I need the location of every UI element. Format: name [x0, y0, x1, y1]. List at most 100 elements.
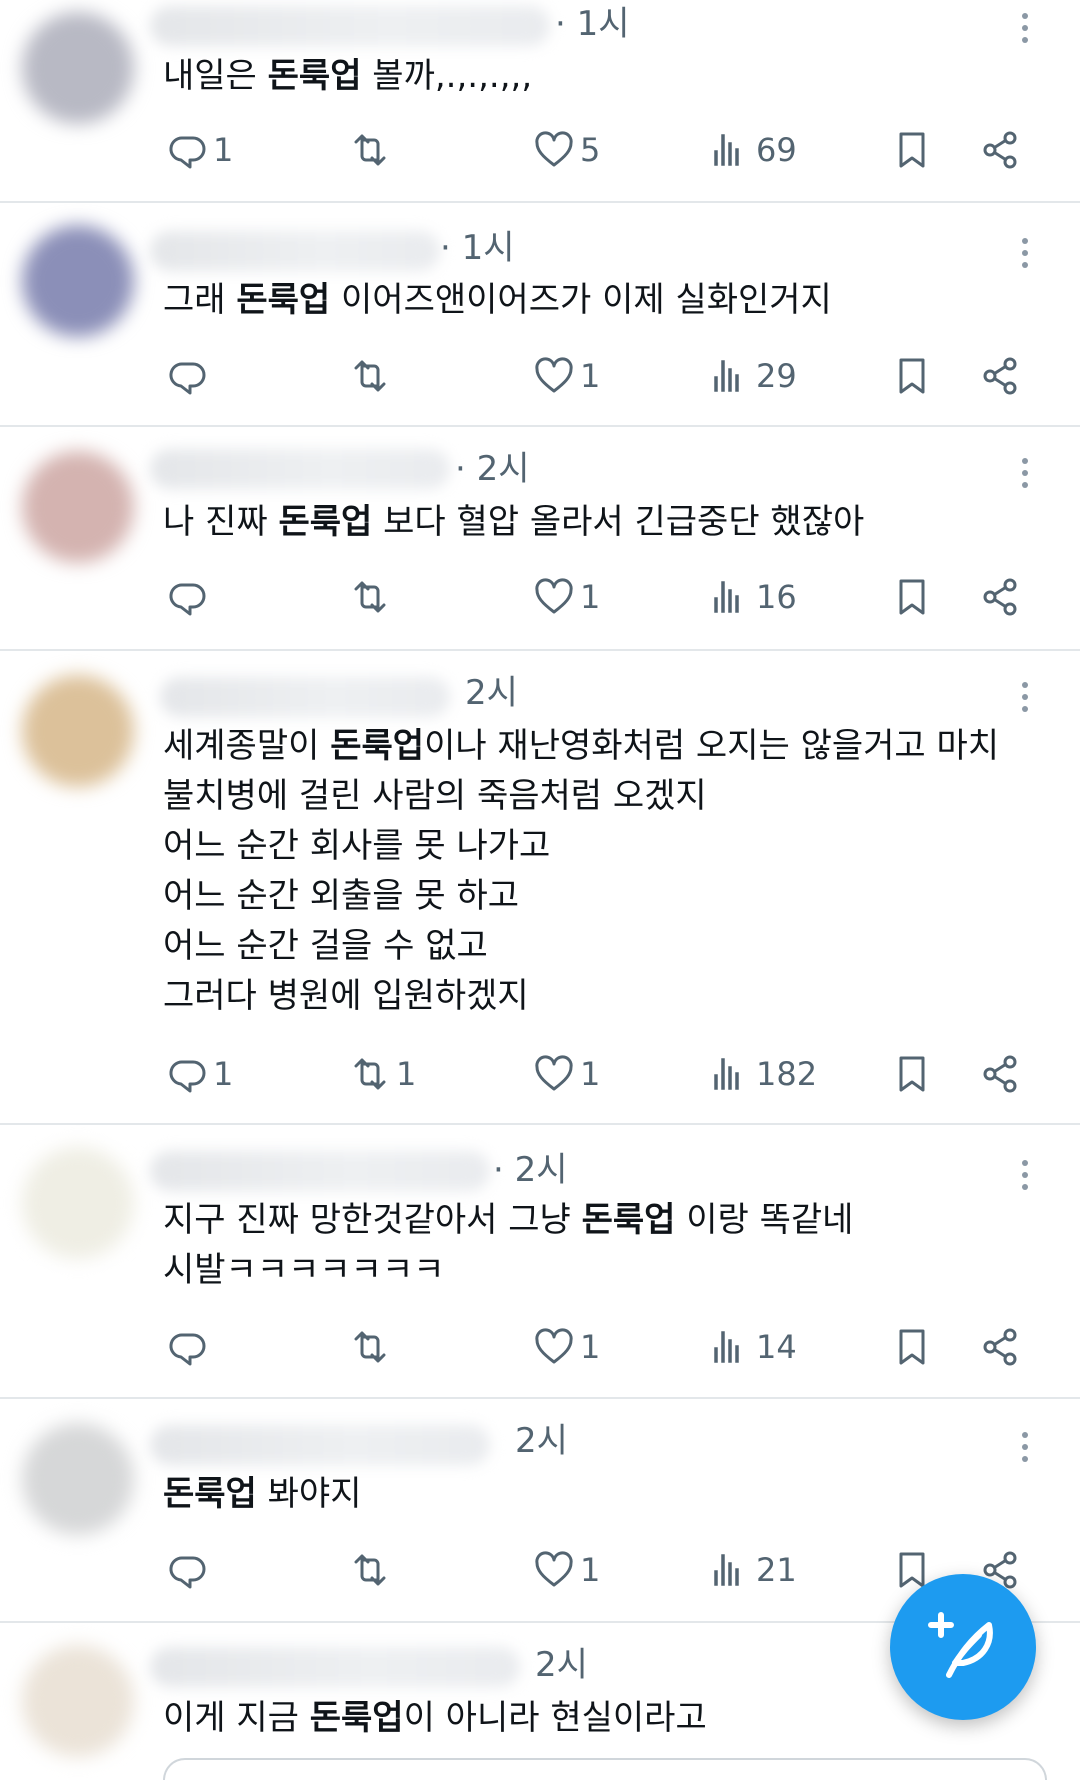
like-button[interactable]: 1 — [532, 1322, 600, 1372]
more-options-icon[interactable] — [1010, 8, 1040, 48]
reply-button[interactable]: 1 — [165, 1049, 233, 1099]
avatar[interactable] — [22, 451, 134, 563]
share-button[interactable] — [978, 351, 1022, 401]
retweet-button[interactable] — [348, 125, 396, 175]
reply-icon — [169, 136, 206, 169]
tweet-actions: 1 16 — [0, 572, 1080, 622]
tweet-text: 이게 지금 돈룩업이 아니라 현실이라고 — [163, 1698, 707, 1738]
views-count: 69 — [756, 131, 797, 169]
retweet-button[interactable] — [348, 572, 396, 622]
more-options-icon[interactable] — [1010, 1155, 1040, 1195]
share-button[interactable] — [978, 125, 1022, 175]
views-button[interactable]: 182 — [708, 1049, 817, 1099]
keyword-highlight: 돈룩업 — [581, 1200, 676, 1240]
bookmark-button[interactable] — [890, 1049, 934, 1099]
tweet[interactable]: · 1시 그래 돈룩업 이어즈앤이어즈가 이제 실화인거지 1 29 — [0, 203, 1080, 427]
bookmark-button[interactable] — [890, 572, 934, 622]
tweet-actions: 1 14 — [0, 1322, 1080, 1372]
username-blurred — [150, 1425, 490, 1465]
tweet-actions: 1 1 1 182 — [0, 1049, 1080, 1099]
share-button[interactable] — [978, 1322, 1022, 1372]
avatar[interactable] — [22, 675, 134, 787]
views-icon — [714, 581, 739, 613]
like-button[interactable]: 1 — [532, 1545, 600, 1595]
more-options-icon[interactable] — [1010, 677, 1040, 717]
tweet-time: · 1시 — [555, 4, 630, 44]
tweet[interactable]: · 2시 나 진짜 돈룩업 보다 혈압 올라서 긴급중단 했잖아 1 16 — [0, 427, 1080, 651]
tweet-text: 돈룩업 봐야지 — [163, 1474, 362, 1514]
like-button[interactable]: 5 — [532, 125, 600, 175]
heart-icon — [535, 131, 573, 167]
bookmark-icon — [899, 1329, 925, 1365]
share-icon — [983, 578, 1017, 616]
share-button[interactable] — [978, 1049, 1022, 1099]
more-options-icon[interactable] — [1010, 453, 1040, 493]
reply-icon — [169, 362, 206, 395]
views-count: 182 — [756, 1055, 818, 1093]
views-button[interactable]: 14 — [708, 1322, 797, 1372]
reply-icon — [169, 1060, 206, 1093]
more-options-icon[interactable] — [1010, 1427, 1040, 1467]
views-icon — [714, 1554, 739, 1586]
views-button[interactable]: 69 — [708, 125, 797, 175]
retweet-button[interactable] — [348, 351, 396, 401]
retweet-icon — [354, 1331, 386, 1363]
tweet-text: 지구 진짜 망한것같아서 그냥 돈룩업 이랑 똑같네 시발ㅋㅋㅋㅋㅋㅋㅋ — [163, 1200, 854, 1290]
heart-icon — [535, 578, 573, 614]
share-button[interactable] — [978, 572, 1022, 622]
tweet-time: · 1시 — [440, 228, 515, 268]
tweet[interactable]: · 1시 내일은 돈룩업 볼까,.,.,.,,, 1 5 69 — [0, 0, 1080, 203]
like-count: 5 — [580, 131, 601, 169]
views-count: 14 — [756, 1328, 797, 1366]
retweet-button[interactable]: 1 — [348, 1049, 416, 1099]
reply-count: 1 — [213, 131, 234, 169]
reply-icon — [169, 583, 206, 616]
username-blurred — [150, 449, 450, 489]
tweet-time: · 2시 — [455, 449, 530, 489]
views-button[interactable]: 16 — [708, 572, 797, 622]
tweet-text: 나 진짜 돈룩업 보다 혈압 올라서 긴급중단 했잖아 — [163, 502, 865, 542]
reply-button[interactable] — [165, 351, 213, 401]
reply-button[interactable] — [165, 572, 213, 622]
keyword-highlight: 돈룩업 — [309, 1698, 404, 1738]
tweet-time: 2시 — [535, 1645, 588, 1685]
views-count: 16 — [756, 578, 797, 616]
like-count: 1 — [580, 1551, 601, 1589]
reply-icon — [169, 1333, 206, 1366]
compose-button[interactable] — [890, 1574, 1036, 1720]
compose-feather-icon — [928, 1612, 993, 1678]
avatar[interactable] — [22, 12, 134, 124]
retweet-icon — [354, 1554, 386, 1586]
reply-count: 1 — [213, 1055, 234, 1093]
tweet-text: 내일은 돈룩업 볼까,.,.,.,,, — [163, 56, 533, 96]
like-button[interactable]: 1 — [532, 1049, 600, 1099]
heart-icon — [535, 1551, 573, 1587]
like-button[interactable]: 1 — [532, 572, 600, 622]
views-button[interactable]: 21 — [708, 1545, 797, 1595]
views-count: 29 — [756, 357, 797, 395]
reply-button[interactable] — [165, 1322, 213, 1372]
tweet[interactable]: 2시 세계종말이 돈룩업이나 재난영화처럼 오지는 않을거고 마치 불치병에 걸… — [0, 651, 1080, 1125]
reply-button[interactable]: 1 — [165, 125, 233, 175]
retweet-icon — [354, 1058, 386, 1090]
views-icon — [714, 134, 739, 166]
avatar[interactable] — [22, 1645, 134, 1757]
avatar[interactable] — [22, 1147, 134, 1259]
like-button[interactable]: 1 — [532, 351, 600, 401]
retweet-button[interactable] — [348, 1545, 396, 1595]
keyword-highlight: 돈룩업 — [278, 502, 373, 542]
avatar[interactable] — [22, 1423, 134, 1535]
bookmark-button[interactable] — [890, 351, 934, 401]
more-options-icon[interactable] — [1010, 233, 1040, 273]
bookmark-button[interactable] — [890, 1322, 934, 1372]
views-button[interactable]: 29 — [708, 351, 797, 401]
username-blurred — [160, 677, 450, 717]
reply-button[interactable] — [165, 1545, 213, 1595]
tweet[interactable]: · 2시 지구 진짜 망한것같아서 그냥 돈룩업 이랑 똑같네 시발ㅋㅋㅋㅋㅋㅋ… — [0, 1125, 1080, 1399]
tweet-time: 2시 — [515, 1421, 568, 1461]
quoted-tweet-edge — [163, 1758, 1047, 1780]
views-icon — [714, 1331, 739, 1363]
bookmark-button[interactable] — [890, 125, 934, 175]
retweet-button[interactable] — [348, 1322, 396, 1372]
avatar[interactable] — [22, 225, 134, 337]
